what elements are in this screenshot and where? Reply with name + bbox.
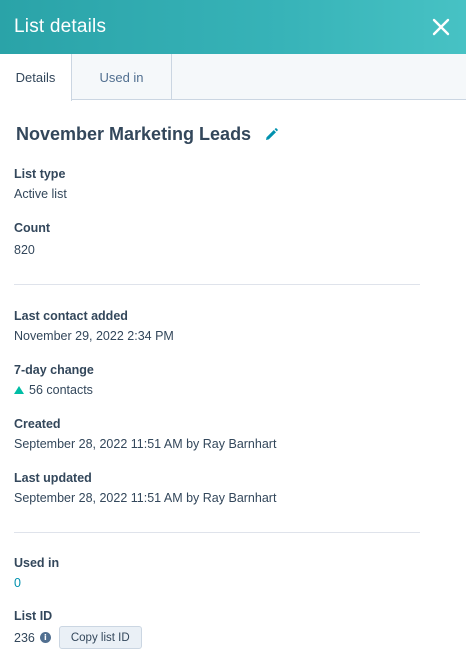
close-icon [432,18,450,36]
created-value: September 28, 2022 11:51 AM by Ray Barnh… [14,437,277,451]
last-updated-value: September 28, 2022 11:51 AM by Ray Barnh… [14,491,277,505]
used-in-label: Used in [14,556,60,570]
divider [14,284,420,285]
seven-day-change-label: 7-day change [14,363,94,377]
tab-details[interactable]: Details [0,54,72,101]
used-in-count-link[interactable]: 0 [14,575,59,591]
field-list-type: List type Active list [14,166,67,202]
list-id-value: 236 [14,630,35,645]
field-last-updated: Last updated September 28, 2022 11:51 AM… [14,470,276,506]
triangle-up-icon [14,386,24,394]
tab-used-in[interactable]: Used in [72,54,172,100]
field-created: Created September 28, 2022 11:51 AM by R… [14,416,276,452]
pencil-icon [266,128,278,140]
divider [14,532,420,533]
list-id-row: 236 i Copy list ID [14,626,142,649]
count-label: Count [14,221,51,235]
field-last-contact-added: Last contact added November 29, 2022 2:3… [14,308,174,344]
tab-bar: Details Used in [0,54,466,101]
field-seven-day-change: 7-day change 56 contacts [14,362,94,398]
info-icon[interactable]: i [39,632,51,643]
seven-day-change-row: 56 contacts [14,382,94,398]
list-id-label: List ID [14,609,53,623]
list-type-value: Active list [14,187,67,201]
copy-list-id-button[interactable]: Copy list ID [58,626,142,649]
list-title-row: November Marketing Leads [16,124,279,145]
created-label: Created [14,417,61,431]
close-button[interactable] [430,16,452,38]
field-list-id: List ID 236 i Copy list ID [14,608,142,649]
last-updated-label: Last updated [14,471,92,485]
last-contact-added-value: November 29, 2022 2:34 PM [14,329,174,343]
last-contact-added-label: Last contact added [14,309,128,323]
list-type-label: List type [14,167,66,181]
list-name: November Marketing Leads [16,124,252,144]
field-count: Count 820 [14,220,50,258]
seven-day-change-value: 56 contacts [29,383,93,397]
edit-name-button[interactable] [265,128,279,142]
count-value: 820 [14,243,35,257]
panel-title: List details [14,16,107,37]
field-used-in: Used in 0 [14,555,59,591]
panel-header: List details [0,0,466,54]
